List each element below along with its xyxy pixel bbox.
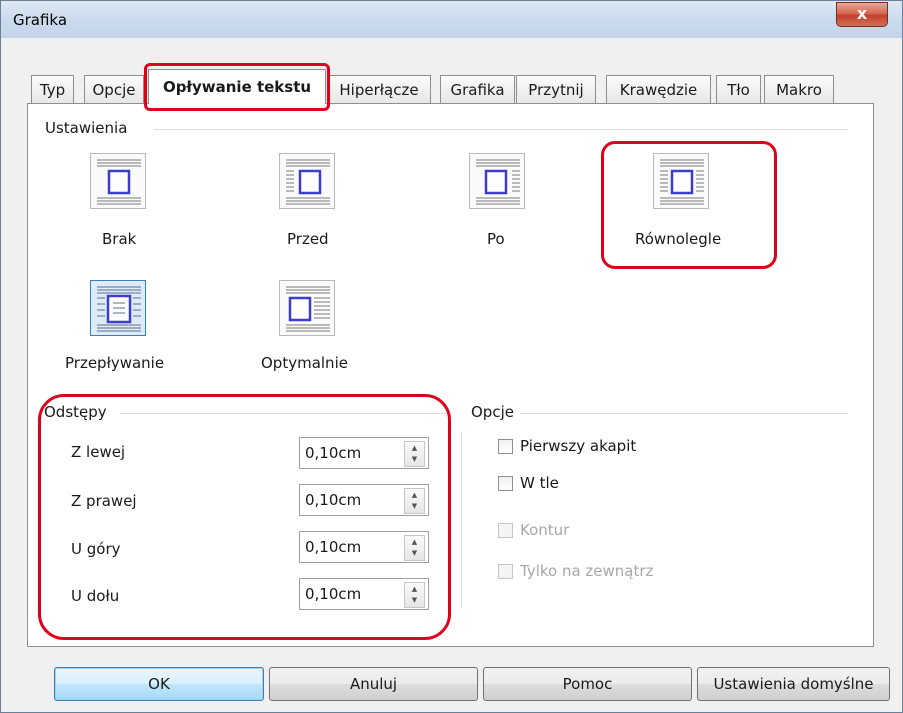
wrap-after-icon xyxy=(476,159,520,205)
spacing-top-label: U góry xyxy=(71,540,121,558)
settings-group-label: Ustawienia xyxy=(45,119,132,137)
tab-oplywanie-tekstu[interactable]: Opływanie tekstu xyxy=(148,69,326,104)
wrap-through-icon xyxy=(97,286,141,332)
close-button[interactable]: x xyxy=(836,2,888,27)
tab-opcje[interactable]: Opcje xyxy=(84,75,144,103)
checkbox-label: Tylko na zewnątrz xyxy=(520,562,654,580)
wrap-before-button[interactable] xyxy=(279,153,335,209)
tab-tlo[interactable]: Tło xyxy=(716,75,761,103)
options-group-label: Opcje xyxy=(471,403,518,421)
spacing-top-value: 0,10cm xyxy=(305,538,362,556)
checkbox-label: Kontur xyxy=(520,521,570,539)
tab-krawedzie[interactable]: Krawędzie xyxy=(606,75,711,103)
tab-panel-wrap xyxy=(27,103,874,647)
wrap-optimal-button[interactable] xyxy=(279,280,335,336)
graphics-dialog: Grafika x Typ Opcje Opływanie tekstu Hip… xyxy=(0,0,903,713)
spacing-group-label: Odstępy xyxy=(44,403,111,421)
spin-down-icon: ▼ xyxy=(411,502,418,510)
spacing-right-input[interactable]: 0,10cm ▲ ▼ xyxy=(299,484,429,516)
checkbox-box[interactable] xyxy=(498,476,513,491)
spin-up-icon: ▲ xyxy=(411,444,418,452)
wrap-through-label: Przepływanie xyxy=(65,354,165,372)
spin-down-icon: ▼ xyxy=(411,455,418,463)
spacing-divider xyxy=(121,413,446,414)
spin-up-icon: ▲ xyxy=(411,491,418,499)
checkbox-label: Pierwszy akapit xyxy=(520,437,637,455)
spacing-right-value: 0,10cm xyxy=(305,491,362,509)
spacing-bottom-input[interactable]: 0,10cm ▲ ▼ xyxy=(299,578,429,610)
options-divider xyxy=(521,413,848,414)
wrap-none-icon xyxy=(97,159,141,205)
checkbox-box xyxy=(498,523,513,538)
ok-button[interactable]: OK xyxy=(54,667,264,701)
spacing-right-label: Z prawej xyxy=(71,492,137,510)
tab-makro[interactable]: Makro xyxy=(764,75,834,103)
spacing-bottom-label: U dołu xyxy=(71,587,120,605)
tab-przytnij[interactable]: Przytnij xyxy=(516,75,596,103)
spin-up-icon: ▲ xyxy=(411,585,418,593)
wrap-optimal-icon xyxy=(286,286,330,332)
spacing-top-input[interactable]: 0,10cm ▲ ▼ xyxy=(299,531,429,563)
wrap-before-label: Przed xyxy=(287,230,329,248)
wrap-none-button[interactable] xyxy=(90,153,146,209)
title-bar[interactable]: Grafika x xyxy=(1,1,902,38)
spacing-bottom-value: 0,10cm xyxy=(305,585,362,603)
spacing-left-input[interactable]: 0,10cm ▲ ▼ xyxy=(299,437,429,469)
window-title: Grafika xyxy=(13,11,68,29)
spacing-bottom-spinner[interactable]: ▲ ▼ xyxy=(404,582,425,608)
wrap-through-button[interactable] xyxy=(90,280,146,336)
checkbox-box[interactable] xyxy=(498,439,513,454)
spin-down-icon: ▼ xyxy=(411,596,418,604)
spacing-left-spinner[interactable]: ▲ ▼ xyxy=(404,441,425,467)
spacing-top-spinner[interactable]: ▲ ▼ xyxy=(404,535,425,561)
defaults-button[interactable]: Ustawienia domyślne xyxy=(697,667,890,701)
wrap-parallel-button[interactable] xyxy=(653,153,709,209)
settings-divider xyxy=(154,129,848,130)
wrap-parallel-label: Równolegle xyxy=(635,230,722,248)
spacing-left-label: Z lewej xyxy=(71,443,126,461)
wrap-optimal-label: Optymalnie xyxy=(261,354,348,372)
spacing-left-value: 0,10cm xyxy=(305,444,362,462)
tab-typ[interactable]: Typ xyxy=(31,75,74,103)
help-button[interactable]: Pomoc xyxy=(483,667,692,701)
wrap-none-label: Brak xyxy=(102,230,137,248)
cancel-button[interactable]: Anuluj xyxy=(269,667,478,701)
wrap-before-icon xyxy=(286,159,330,205)
wrap-parallel-icon xyxy=(660,159,704,205)
wrap-after-button[interactable] xyxy=(469,153,525,209)
checkbox-box xyxy=(498,564,513,579)
spacing-right-spinner[interactable]: ▲ ▼ xyxy=(404,488,425,514)
spin-down-icon: ▼ xyxy=(411,549,418,557)
tab-grafika[interactable]: Grafika xyxy=(440,75,515,103)
spin-up-icon: ▲ xyxy=(411,538,418,546)
wrap-after-label: Po xyxy=(487,230,505,248)
options-vertical-divider xyxy=(461,433,462,609)
checkbox-label: W tle xyxy=(520,474,559,492)
tab-hiperlacze[interactable]: Hiperłącze xyxy=(327,75,431,103)
close-icon: x xyxy=(856,4,868,23)
